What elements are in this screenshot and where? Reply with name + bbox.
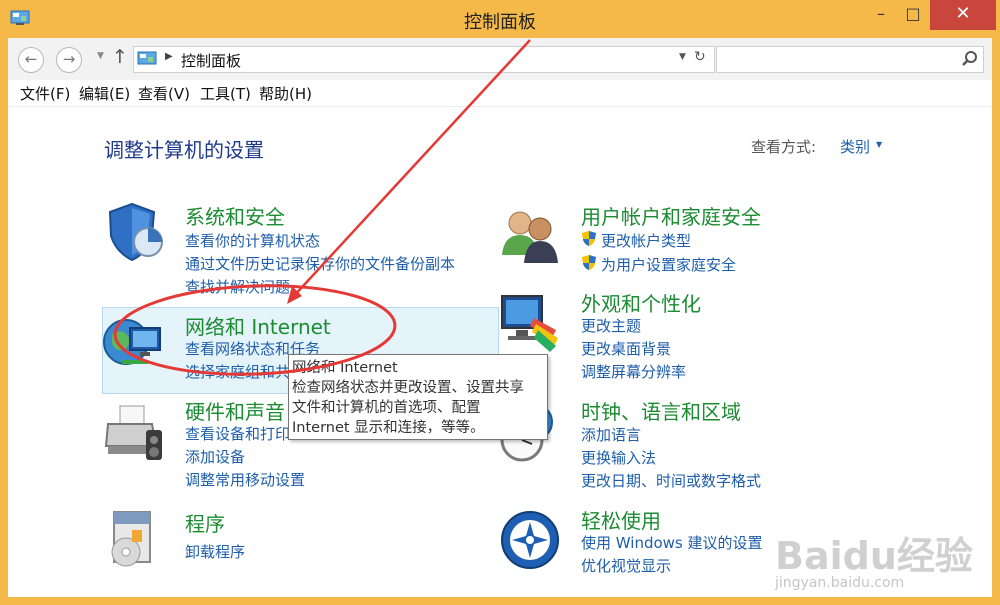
ease-of-access-icon[interactable]: [498, 508, 562, 572]
window-title: 控制面板: [464, 12, 536, 33]
view-by-dropdown[interactable]: 类别: [840, 136, 870, 157]
link-uninstall-program[interactable]: 卸载程序: [185, 541, 245, 562]
chevron-down-icon[interactable]: ▼: [876, 140, 882, 149]
link-add-device[interactable]: 添加设备: [185, 446, 245, 467]
category-appearance[interactable]: 外观和个性化: [581, 288, 701, 317]
link-change-desktop-background[interactable]: 更改桌面背景: [581, 338, 671, 359]
window-client: ← → ▼ ↑ ▶ 控制面板 ▼ ↻ 文件(F) 编辑(E) 查看(V) 工具(…: [8, 38, 992, 597]
close-button[interactable]: ✕: [930, 0, 996, 30]
category-system-security[interactable]: 系统和安全: [185, 201, 285, 230]
user-accounts-icon[interactable]: [498, 203, 562, 267]
link-optimize-visual-display[interactable]: 优化视觉显示: [581, 555, 671, 576]
category-network-internet[interactable]: 网络和 Internet: [185, 311, 331, 340]
menu-edit[interactable]: 编辑(E): [79, 83, 130, 104]
address-dropdown-icon[interactable]: ▼: [679, 52, 686, 62]
up-arrow-icon[interactable]: ↑: [112, 46, 128, 68]
breadcrumb[interactable]: 控制面板: [181, 50, 241, 71]
breadcrumb-arrow-icon[interactable]: ▶: [165, 51, 173, 62]
menu-view[interactable]: 查看(V): [138, 83, 190, 104]
tooltip-title: 网络和 Internet: [292, 360, 398, 376]
address-bar[interactable]: ▶ 控制面板 ▼ ↻: [133, 46, 715, 73]
link-add-language[interactable]: 添加语言: [581, 424, 641, 445]
link-file-history-backup[interactable]: 通过文件历史记录保存你的文件备份副本: [185, 253, 455, 274]
category-hardware-sound[interactable]: 硬件和声音: [185, 396, 285, 425]
category-ease-of-access[interactable]: 轻松使用: [581, 505, 661, 534]
tooltip: 网络和 Internet 检查网络状态并更改设置、设置共享 文件和计算机的首选项…: [288, 354, 548, 440]
control-panel-icon: [137, 51, 157, 65]
link-troubleshoot[interactable]: 查找并解决问题: [185, 276, 290, 297]
link-windows-recommended-settings[interactable]: 使用 Windows 建议的设置: [581, 532, 763, 553]
category-user-accounts[interactable]: 用户帐户和家庭安全: [581, 201, 761, 230]
link-devices-printers[interactable]: 查看设备和打印: [185, 423, 290, 444]
link-homegroup-sharing[interactable]: 选择家庭组和共: [185, 361, 290, 382]
page-title: 调整计算机的设置: [104, 138, 264, 162]
watermark-text: Baidu经验: [775, 534, 973, 578]
link-change-account-type[interactable]: 更改帐户类型: [601, 230, 691, 251]
menu-bar: 文件(F) 编辑(E) 查看(V) 工具(T) 帮助(H): [8, 80, 992, 107]
recent-pages-dropdown-icon[interactable]: ▼: [97, 51, 104, 61]
programs-icon[interactable]: [102, 508, 166, 572]
network-globe-icon[interactable]: [102, 310, 166, 374]
back-button[interactable]: ←: [18, 47, 44, 73]
forward-button[interactable]: →: [56, 47, 82, 73]
title-bar: 控制面板 – □ ✕: [0, 0, 1000, 38]
link-view-computer-status[interactable]: 查看你的计算机状态: [185, 230, 320, 251]
link-family-safety[interactable]: 为用户设置家庭安全: [601, 254, 736, 275]
view-by-label: 查看方式:: [751, 138, 817, 156]
menu-tools[interactable]: 工具(T): [200, 83, 251, 104]
uac-shield-icon: [582, 231, 596, 246]
navigation-bar: ← → ▼ ↑ ▶ 控制面板 ▼ ↻: [8, 38, 992, 80]
category-programs[interactable]: 程序: [185, 508, 225, 537]
tooltip-line: 文件和计算机的首选项、配置: [292, 400, 481, 416]
uac-shield-icon: [582, 255, 596, 270]
baidu-watermark: Baidu经验 jingyan.baidu.com: [775, 525, 975, 605]
printer-icon[interactable]: [102, 402, 166, 466]
menu-file[interactable]: 文件(F): [20, 83, 70, 104]
link-change-date-time-format[interactable]: 更改日期、时间或数字格式: [581, 470, 761, 491]
link-screen-resolution[interactable]: 调整屏幕分辨率: [581, 361, 686, 382]
watermark-url: jingyan.baidu.com: [775, 575, 905, 591]
link-mobility-settings[interactable]: 调整常用移动设置: [185, 469, 305, 490]
appearance-monitor-icon[interactable]: [498, 290, 562, 354]
link-change-input-method[interactable]: 更换输入法: [581, 447, 656, 468]
tooltip-line: 检查网络状态并更改设置、设置共享: [292, 380, 524, 396]
link-change-theme[interactable]: 更改主题: [581, 315, 641, 336]
menu-help[interactable]: 帮助(H): [259, 83, 312, 104]
search-input[interactable]: [716, 46, 984, 73]
refresh-icon[interactable]: ↻: [694, 49, 706, 65]
search-icon[interactable]: [961, 50, 979, 68]
system-security-shield-icon[interactable]: [102, 200, 166, 264]
tooltip-line: Internet 显示和连接，等等。: [292, 420, 485, 436]
category-clock-language-region[interactable]: 时钟、语言和区域: [581, 396, 741, 425]
